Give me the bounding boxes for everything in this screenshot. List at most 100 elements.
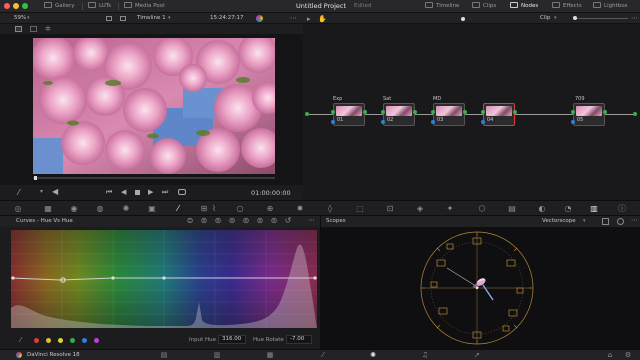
yellow-swatch[interactable]: [46, 338, 51, 343]
timeline-button[interactable]: Timeline: [425, 0, 459, 13]
color-match-icon[interactable]: ▦: [44, 205, 52, 213]
hue-vs-lum-icon[interactable]: ⊚: [228, 217, 236, 225]
lime-swatch[interactable]: [58, 338, 63, 343]
project-manager-icon[interactable]: ⌂: [606, 351, 614, 359]
3d-icon[interactable]: ◈: [416, 205, 424, 213]
close-window-button[interactable]: [4, 3, 10, 9]
node-sat[interactable]: 02: [383, 103, 415, 126]
wipe-icon[interactable]: ✲: [45, 25, 51, 33]
minimize-window-button[interactable]: [13, 3, 19, 9]
pointer-icon[interactable]: ▸: [307, 15, 311, 23]
fx-icon[interactable]: ✦: [446, 205, 454, 213]
blue-swatch[interactable]: [82, 338, 87, 343]
sat-vs-sat-icon[interactable]: ⊚: [256, 217, 264, 225]
luts-button[interactable]: LUTs: [88, 0, 111, 13]
key-icon[interactable]: ⬚: [356, 205, 364, 213]
rgb-mixer-icon[interactable]: ✺: [122, 205, 130, 213]
scope-settings-icon[interactable]: [617, 218, 624, 225]
curve-point[interactable]: [313, 276, 317, 280]
eye-icon[interactable]: ◔: [564, 205, 572, 213]
settings-icon[interactable]: ⚙: [624, 351, 632, 359]
media-pool-button[interactable]: Media Pool: [124, 0, 165, 13]
node-mode-dropdown[interactable]: Clip: [540, 15, 550, 21]
zoom-window-button[interactable]: [22, 3, 28, 9]
zoom-slider-handle[interactable]: [461, 17, 465, 21]
hue-vs-sat-icon[interactable]: ⊚: [214, 217, 222, 225]
green-swatch[interactable]: [70, 338, 75, 343]
blur-icon[interactable]: ◊: [326, 205, 334, 213]
stop-icon[interactable]: [135, 190, 140, 195]
input-hue-field[interactable]: 316.00: [218, 335, 246, 344]
skip-back-icon[interactable]: ⏮: [106, 188, 112, 197]
qualifier-icon[interactable]: ⌇: [210, 205, 218, 213]
eyedropper-icon[interactable]: ⁄: [18, 188, 19, 197]
output[interactable]: [633, 112, 637, 116]
scopes-icon[interactable]: ▥: [590, 205, 598, 213]
eyedropper-icon[interactable]: ⁄: [20, 336, 21, 344]
magic-mask-icon[interactable]: ✹: [296, 205, 304, 213]
curve-point[interactable]: [111, 276, 115, 280]
clip-view-icon[interactable]: [120, 16, 126, 21]
media-page-icon[interactable]: ▤: [160, 351, 168, 359]
reverse-play-icon[interactable]: ◀: [121, 188, 126, 196]
info-icon[interactable]: ◐: [538, 205, 546, 213]
sat-vs-lum-icon[interactable]: ⊚: [270, 217, 278, 225]
loop-icon[interactable]: [178, 189, 186, 195]
curve-point[interactable]: [11, 276, 15, 280]
gallery-button[interactable]: Gallery: [44, 0, 75, 13]
curve-point[interactable]: [162, 276, 166, 280]
color-wheel-icon[interactable]: [256, 15, 263, 22]
hand-icon[interactable]: ✋: [318, 15, 327, 23]
speaker-icon[interactable]: ◀: [52, 187, 58, 196]
viewer-mode-icon[interactable]: [15, 26, 22, 32]
lum-vs-sat-icon[interactable]: ⊚: [242, 217, 250, 225]
split-screen-icon[interactable]: [30, 26, 37, 32]
fusion-page-icon[interactable]: ⁄: [319, 351, 327, 359]
color-wheels-icon[interactable]: ◉: [70, 205, 78, 213]
sizing-icon[interactable]: ⊡: [386, 205, 394, 213]
nodes-button[interactable]: Nodes: [510, 0, 538, 13]
camera-raw-icon[interactable]: ◎: [14, 205, 22, 213]
deliver-page-icon[interactable]: ➚: [473, 351, 481, 359]
hue-vs-hue-icon[interactable]: ⊚: [200, 217, 208, 225]
playhead[interactable]: [34, 176, 37, 180]
window-icon[interactable]: ○: [236, 205, 244, 213]
hue-rotate-field[interactable]: -7.00: [286, 335, 312, 344]
layout-icon[interactable]: [106, 16, 112, 21]
more-options-icon[interactable]: ⋯: [631, 216, 638, 224]
node-04-selected[interactable]: 04: [483, 103, 515, 126]
stills-icon[interactable]: ▤: [508, 205, 516, 213]
tracker-icon[interactable]: ⊕: [266, 205, 274, 213]
play-icon[interactable]: ▶: [148, 188, 153, 196]
scope-layout-icon[interactable]: [602, 218, 609, 225]
fairlight-page-icon[interactable]: ♫: [421, 351, 429, 359]
more-options-icon[interactable]: ⋯: [631, 14, 638, 22]
more-options-icon[interactable]: ⋯: [308, 216, 315, 224]
node-md[interactable]: 03: [433, 103, 465, 126]
clips-button[interactable]: Clips: [472, 0, 496, 13]
scope-type-dropdown[interactable]: Vectorscope: [542, 218, 576, 224]
color-page-icon[interactable]: ✺: [369, 351, 377, 359]
reset-icon[interactable]: ↺: [284, 217, 292, 225]
chevron-down-icon[interactable]: ▾: [40, 188, 43, 195]
hue-vs-hue-curve-editor[interactable]: [11, 230, 317, 328]
info-panel-icon[interactable]: ⓘ: [618, 205, 626, 213]
cut-page-icon[interactable]: ▥: [213, 351, 221, 359]
more-options-icon[interactable]: ⋯: [290, 14, 297, 22]
keyframes-icon[interactable]: ⬡: [478, 205, 486, 213]
node-zoom-track[interactable]: [573, 18, 628, 19]
node-exp[interactable]: 01: [333, 103, 365, 126]
hdr-icon[interactable]: ◍: [96, 205, 104, 213]
motion-effects-icon[interactable]: ▣: [148, 205, 156, 213]
color-warper-icon[interactable]: ⊞: [200, 205, 208, 213]
edit-page-icon[interactable]: ▦: [266, 351, 274, 359]
skip-forward-icon[interactable]: ⏭: [162, 188, 168, 197]
curve-mode-icon[interactable]: ⊜: [186, 217, 194, 225]
lightbox-button[interactable]: Lightbox: [593, 0, 628, 13]
zoom-level-dropdown[interactable]: 59%: [14, 15, 26, 21]
magenta-swatch[interactable]: [94, 338, 99, 343]
timeline-selector[interactable]: Timeline 1: [137, 15, 166, 21]
curves-icon[interactable]: ⁄: [174, 205, 182, 213]
node-709[interactable]: 05: [573, 103, 605, 126]
scrubber-track[interactable]: [33, 177, 275, 179]
